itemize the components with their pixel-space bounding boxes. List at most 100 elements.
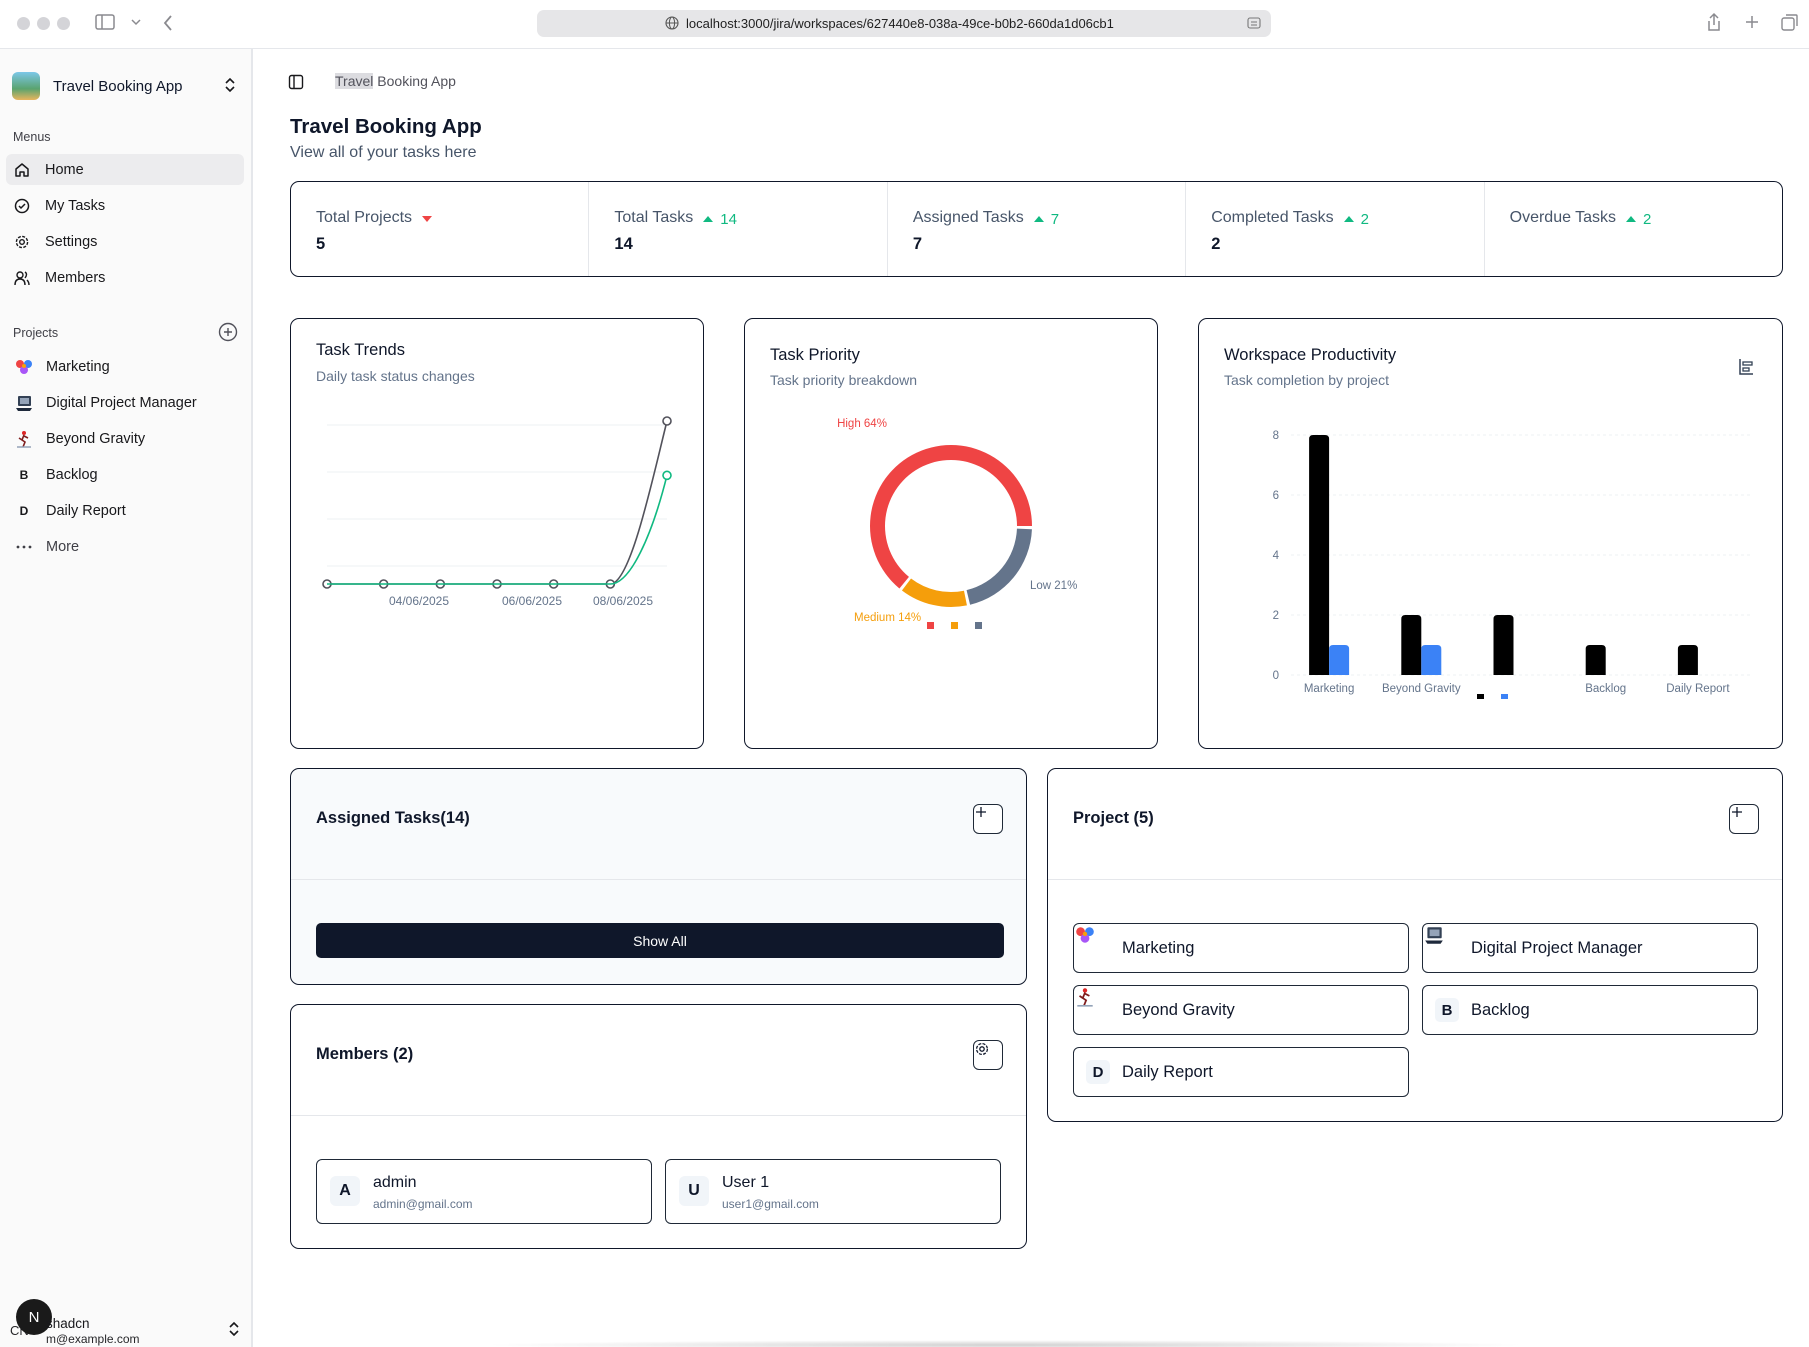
bar xyxy=(1493,615,1514,675)
member-settings-button[interactable] xyxy=(973,1040,1003,1070)
add-task-button[interactable] xyxy=(973,804,1003,834)
sidebar-toggle-icon[interactable] xyxy=(95,14,115,30)
user-menu[interactable]: CN N shadcn m@example.com xyxy=(10,1299,242,1346)
stat-total-tasks: Total Tasks 14 14 xyxy=(589,182,888,276)
trend-value: 2 xyxy=(1360,210,1369,228)
minimize-window-button[interactable] xyxy=(37,17,50,30)
globe-icon xyxy=(665,16,679,30)
plus-icon xyxy=(976,807,986,817)
workspace-switcher[interactable]: Travel Booking App xyxy=(12,67,244,105)
sidebar-item-home[interactable]: Home xyxy=(6,154,244,185)
sidebar: Travel Booking App Menus Home My Tasks S… xyxy=(0,49,253,1347)
member-card[interactable]: A admin admin@gmail.com xyxy=(316,1159,652,1224)
share-icon[interactable] xyxy=(1706,12,1722,32)
trend-up-indicator: 14 xyxy=(703,211,737,228)
stat-value: 7 xyxy=(912,235,922,253)
backlog-letter-avatar: B xyxy=(1435,998,1459,1022)
slice-label: Medium 14% xyxy=(854,612,921,624)
runner-logo-icon xyxy=(14,429,34,449)
home-icon xyxy=(14,162,30,178)
backlog-letter-avatar: B xyxy=(19,467,29,482)
y-tick-label: 4 xyxy=(1273,550,1280,562)
trend-down-indicator xyxy=(422,216,439,222)
bar xyxy=(1585,645,1606,675)
sidebar-item-my-tasks[interactable]: My Tasks xyxy=(6,190,244,221)
slice-label: Low 21% xyxy=(1030,580,1077,592)
stat-completed-tasks: Completed Tasks 2 2 xyxy=(1186,182,1485,276)
chevrons-up-down-icon xyxy=(225,77,235,93)
member-email: user1@gmail.com xyxy=(722,1197,819,1211)
zoom-window-button[interactable] xyxy=(57,17,70,30)
url-text: localhost:3000/jira/workspaces/627440e8-… xyxy=(686,16,1114,31)
sidebar-item-beyond-gravity[interactable]: Beyond Gravity xyxy=(6,423,244,454)
pie-slice-1 xyxy=(901,578,967,607)
panel-left-icon[interactable] xyxy=(288,74,304,90)
plus-icon xyxy=(1732,807,1742,817)
tab-overview-icon[interactable] xyxy=(1781,13,1799,31)
section-title: Members (2) xyxy=(316,1045,414,1063)
x-tick-label: 08/06/2025 xyxy=(593,594,653,608)
project-tile-marketing[interactable]: Marketing xyxy=(1073,923,1409,973)
add-project-icon[interactable] xyxy=(218,322,238,342)
bar xyxy=(1421,645,1442,675)
project-tile-daily-report[interactable]: D Daily Report xyxy=(1073,1047,1409,1097)
close-window-button[interactable] xyxy=(17,17,30,30)
avatar: U xyxy=(679,1176,709,1206)
daily-report-letter-avatar: D xyxy=(1086,1060,1110,1084)
series-line-1 xyxy=(327,420,668,585)
x-tick-label: Backlog xyxy=(1585,683,1626,695)
runner-logo-icon xyxy=(1077,988,1110,1022)
caret-up-icon xyxy=(1626,216,1637,222)
project-tile-beyond-gravity[interactable]: Beyond Gravity xyxy=(1073,985,1409,1035)
task-priority-chart: High 64% Medium 14% Low 21% xyxy=(837,418,1077,629)
member-name: User 1 xyxy=(722,1174,770,1191)
series-line-2 xyxy=(327,475,668,585)
divider xyxy=(291,879,1026,880)
members-card: Members (2) A admin admin@gmail.com U Us… xyxy=(290,1004,1027,1249)
stat-value: 14 xyxy=(614,235,633,253)
add-project-button[interactable] xyxy=(1729,804,1759,834)
sidebar-item-label: More xyxy=(46,538,80,555)
sidebar-item-label: Settings xyxy=(45,233,98,250)
pie-slice-2 xyxy=(966,528,1032,605)
project-tile-digital-project-manager[interactable]: Digital Project Manager xyxy=(1422,923,1758,973)
project-tile-backlog[interactable]: B Backlog xyxy=(1422,985,1758,1035)
reader-icon[interactable] xyxy=(1247,16,1261,30)
window-shadow xyxy=(480,1340,1530,1347)
stat-label: Total Projects xyxy=(316,209,413,226)
chevron-down-icon[interactable] xyxy=(131,18,141,26)
sidebar-item-label: Digital Project Manager xyxy=(46,394,197,411)
trend-value: 2 xyxy=(1643,210,1652,228)
laptop-logo-icon xyxy=(14,393,34,413)
sidebar-item-daily-report[interactable]: D Daily Report xyxy=(6,495,244,526)
show-all-button[interactable]: Show All xyxy=(316,923,1004,958)
sidebar-item-more[interactable]: More xyxy=(6,531,244,562)
check-circle-icon xyxy=(14,198,30,214)
breadcrumb-text: Booking App xyxy=(373,73,456,89)
member-card[interactable]: U User 1 user1@gmail.com xyxy=(665,1159,1001,1224)
task-trends-chart: 04/06/2025 06/06/2025 08/06/2025 xyxy=(322,416,672,608)
trend-up-indicator: 7 xyxy=(1033,211,1059,228)
marketing-logo-icon xyxy=(14,357,34,377)
assigned-tasks-card: Assigned Tasks(14) Show All xyxy=(290,768,1027,985)
sidebar-item-marketing[interactable]: Marketing xyxy=(6,351,244,382)
back-icon[interactable] xyxy=(162,14,174,32)
workspace-name: Travel Booking App xyxy=(53,77,183,95)
gear-icon xyxy=(975,1042,989,1056)
menus-section-label: Menus xyxy=(13,130,51,144)
avatar: A xyxy=(330,1176,360,1206)
sidebar-item-members[interactable]: Members xyxy=(6,262,244,293)
sidebar-item-label: Backlog xyxy=(46,466,98,483)
sidebar-item-backlog[interactable]: B Backlog xyxy=(6,459,244,490)
workspace-logo xyxy=(12,72,40,100)
x-tick-label: Beyond Gravity xyxy=(1382,683,1461,695)
new-tab-icon[interactable] xyxy=(1744,14,1760,30)
address-bar[interactable]: localhost:3000/jira/workspaces/627440e8-… xyxy=(537,10,1271,37)
sidebar-item-digital-project-manager[interactable]: Digital Project Manager xyxy=(6,387,244,418)
data-point xyxy=(662,416,672,426)
legend-swatch xyxy=(1501,694,1508,699)
sidebar-item-settings[interactable]: Settings xyxy=(6,226,244,257)
project-name: Digital Project Manager xyxy=(1471,938,1643,957)
trend-up-indicator: 2 xyxy=(1626,211,1651,228)
sidebar-item-label: Marketing xyxy=(46,358,110,375)
